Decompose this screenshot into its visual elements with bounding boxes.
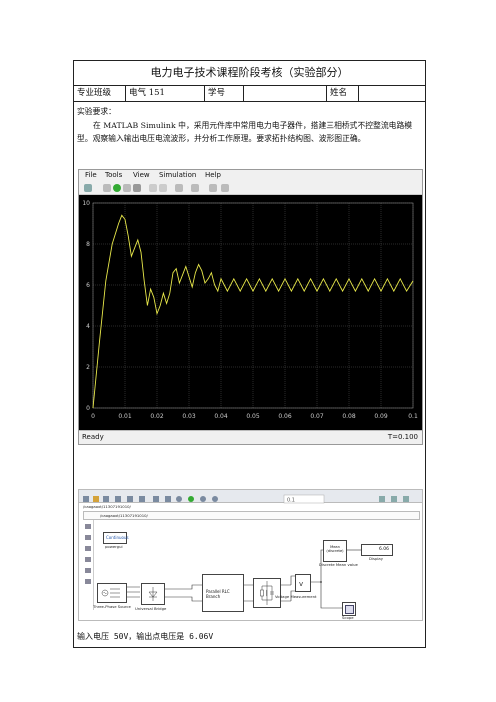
rlc-load-block[interactable]: [253, 578, 281, 608]
name-label: 姓名: [327, 86, 359, 101]
menu-simulation[interactable]: Simulation: [159, 171, 196, 179]
cursor-icon[interactable]: [159, 184, 167, 192]
scope-window: File Tools View Simulation Help 0 0.01 0…: [78, 169, 423, 445]
diode-bridge-icon: [148, 587, 158, 601]
scope-icon: [345, 605, 354, 614]
x-tick-label: 0.06: [278, 413, 292, 420]
y-tick-label: 0: [86, 405, 90, 412]
requirements-heading: 实验要求：: [77, 107, 116, 116]
display-value: 6.06: [378, 547, 389, 552]
scope-toolbar: [79, 182, 422, 195]
y-tick-label: 2: [86, 364, 90, 371]
measure-icon[interactable]: [221, 184, 229, 192]
x-tick-label: 0.07: [310, 413, 324, 420]
status-ready: Ready: [82, 433, 104, 441]
scope-plot: 0 0.01 0.02 0.03 0.04 0.05 0.06 0.07 0.08 0.09 0.1…: [79, 195, 422, 430]
x-tick-label: 0.09: [374, 413, 388, 420]
y-tick-label: 8: [86, 241, 90, 248]
settings-icon[interactable]: [84, 184, 92, 192]
triggers-icon[interactable]: [209, 184, 217, 192]
menu-tools[interactable]: Tools: [105, 171, 122, 179]
voltmeter-icon: v: [299, 580, 303, 588]
simulink-model: 0.1 /caogaoxt/11307191010/ /caogaoxt/113…: [78, 489, 423, 621]
display-block[interactable]: 6.06: [361, 544, 393, 556]
scope-label: Scope: [342, 615, 354, 620]
y-tick-label: 4: [86, 323, 90, 330]
requirements-section: 实验要求： 在 MATLAB Simulink 中，采用元件库中常用电力电子器件…: [74, 102, 425, 445]
voltage-measurement-label: Voltage Measurement: [275, 594, 317, 599]
x-tick-label: 0.05: [246, 413, 260, 420]
page-title: 电力电子技术课程阶段考核（实验部分）: [74, 61, 425, 86]
exam-sheet: 电力电子技术课程阶段考核（实验部分） 专业班级 电气 151 学号 姓名 实验要…: [73, 60, 426, 648]
three-phase-source-label: Three-Phase Source: [93, 604, 131, 609]
menu-help[interactable]: Help: [205, 171, 221, 179]
x-tick-label: 0.04: [214, 413, 228, 420]
x-tick-label: 0.01: [118, 413, 132, 420]
student-id-label: 学号: [205, 86, 244, 101]
x-tick-label: 0.08: [342, 413, 356, 420]
x-tick-label: 0.03: [182, 413, 196, 420]
scope-menubar: File Tools View Simulation Help: [79, 170, 422, 181]
y-tick-label: 6: [86, 282, 90, 289]
result-text: 输入电压 50V，输出点电压是 6.06V: [77, 632, 214, 641]
requirements-body: 在 MATLAB Simulink 中，采用元件库中常用电力电子器件，搭建三相桥…: [77, 121, 413, 143]
powergui-label: powergui: [105, 544, 123, 549]
svg-text:v: v: [299, 580, 303, 588]
autoscale-icon[interactable]: [191, 184, 199, 192]
stop-icon[interactable]: [133, 184, 141, 192]
universal-bridge-block[interactable]: [141, 583, 165, 605]
mean-value-label: Discrete Mean value: [319, 562, 358, 567]
rlc-icon: [260, 581, 274, 605]
major-value: 电气 151: [126, 86, 205, 101]
mean-value-block[interactable]: Mean (discrete): [323, 540, 347, 562]
ac-source-icon: [101, 588, 120, 598]
menu-view[interactable]: View: [133, 171, 150, 179]
name-value: [359, 86, 425, 101]
powergui-block[interactable]: Continuous: [103, 532, 129, 544]
voltage-measurement-block[interactable]: v: [295, 574, 311, 592]
major-label: 专业班级: [74, 86, 126, 101]
menu-file[interactable]: File: [85, 171, 97, 179]
step-back-icon[interactable]: [103, 184, 111, 192]
x-tick-label: 0.1: [408, 413, 418, 420]
info-row: 专业班级 电气 151 学号 姓名: [74, 86, 425, 102]
display-label: Display: [369, 556, 383, 561]
run-icon[interactable]: [113, 184, 121, 192]
y-tick-label: 10: [82, 200, 90, 207]
universal-bridge-label: Universal Bridge: [135, 606, 167, 611]
three-phase-source-block[interactable]: [97, 583, 127, 603]
student-id-value: [244, 86, 327, 101]
x-tick-label: 0.02: [150, 413, 164, 420]
highlight-icon[interactable]: [149, 184, 157, 192]
scope-status-bar: Ready T=0.100: [79, 430, 422, 444]
status-time: T=0.100: [387, 433, 418, 441]
step-forward-icon[interactable]: [123, 184, 131, 192]
parallel-rlc-block[interactable]: Parallel RLC Branch: [202, 574, 244, 612]
scope-chart: 0 0.01 0.02 0.03 0.04 0.05 0.06 0.07 0.08 0.09 0.1…: [82, 200, 418, 420]
scope-block[interactable]: [342, 602, 356, 616]
zoom-icon[interactable]: [175, 184, 183, 192]
x-tick-label: 0: [91, 413, 95, 420]
